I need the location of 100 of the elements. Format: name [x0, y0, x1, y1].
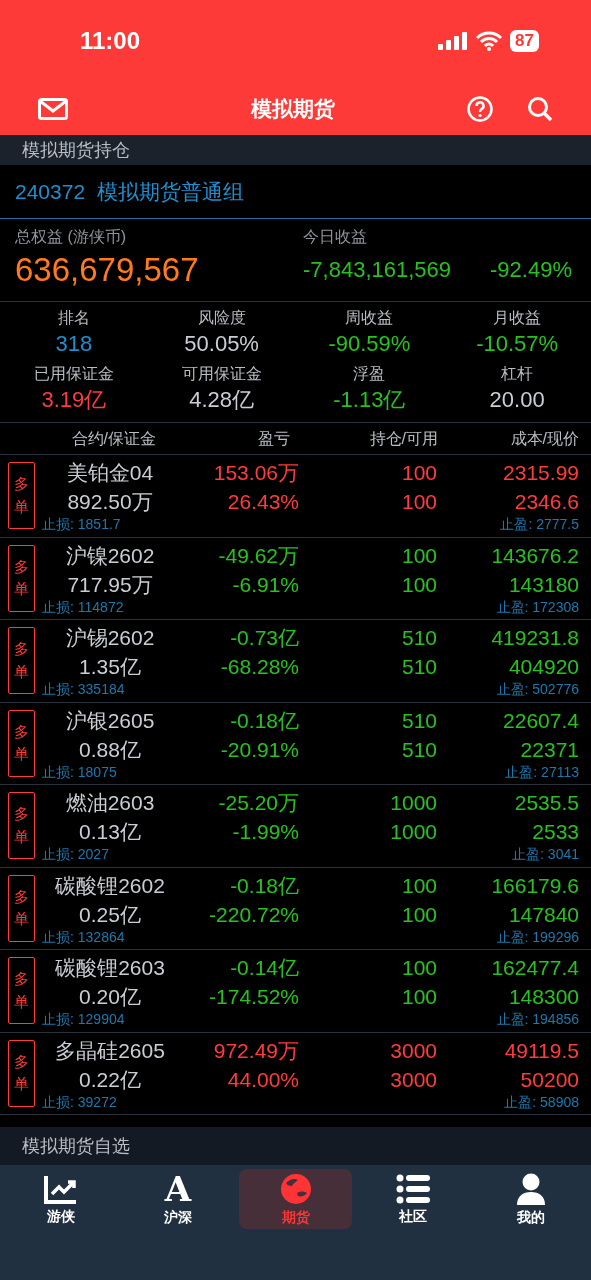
- price-value: 404920: [508, 654, 579, 681]
- long-badge: 多单: [8, 462, 35, 530]
- column-header: 合约/保证金: [70, 428, 157, 449]
- pnl-percent: -68.28%: [220, 654, 299, 681]
- pnl-percent: -20.91%: [220, 736, 299, 763]
- price-value: 147840: [508, 901, 579, 928]
- position-row[interactable]: 多单 碳酸锂2602 0.25亿 -0.18亿 -220.72% 100 100 166179.6 147840 止损: 132864 止盈: 199296: [0, 867, 591, 950]
- long-badge: 多单: [8, 709, 35, 777]
- contract-name: 碳酸锂2602: [55, 872, 165, 899]
- stat-label: 周收益: [345, 308, 394, 328]
- stat-value: -1.13亿: [333, 386, 406, 414]
- contract-name: 沪银2605: [65, 707, 155, 734]
- stop-loss: 止损: 114872: [42, 598, 124, 616]
- nav-tab[interactable]: 社区: [356, 1169, 470, 1229]
- status-time: 11:00: [80, 26, 141, 56]
- stop-loss: 止损: 335184: [42, 681, 125, 699]
- position-row[interactable]: 多单 多晶硅2605 0.22亿 972.49万 44.00% 3000 3000 49119.5 50200 止损: 39272 止盈: 58908: [0, 1032, 591, 1115]
- position-row[interactable]: 多单 美铂金04 892.50万 153.06万 26.43% 100 100 2315.99 2346.6 止损: 1851.7 止盈: 2777.5: [0, 455, 591, 538]
- pnl-value: 972.49万: [213, 1037, 299, 1064]
- section-title: 模拟期货持仓: [22, 138, 130, 162]
- contract-name: 沪镍2602: [65, 542, 155, 569]
- today-label: 今日收益: [303, 227, 368, 247]
- available-value: 100: [401, 489, 437, 516]
- stat-label: 已用保证金: [33, 364, 114, 384]
- pnl-value: -49.62万: [218, 542, 299, 569]
- contract-name: 美铂金04: [66, 460, 154, 487]
- stat-label: 杠杆: [501, 364, 534, 384]
- nav-tab[interactable]: A 沪深: [121, 1169, 235, 1229]
- letter-icon: A: [164, 1173, 192, 1205]
- stat-value: 50.05%: [184, 330, 259, 358]
- stop-loss: 止损: 39272: [42, 1093, 117, 1111]
- pnl-value: -0.18亿: [230, 707, 299, 734]
- position-value: 510: [401, 625, 437, 652]
- position-row[interactable]: 多单 燃油2603 0.13亿 -25.20万 -1.99% 1000 1000 2535.5 2533 止损: 2027 止盈: 3041: [0, 785, 591, 868]
- stat-label: 浮盈: [353, 364, 386, 384]
- stat-label: 排名: [57, 308, 90, 328]
- price-value: 2346.6: [514, 489, 579, 516]
- position-row[interactable]: 多单 沪锡2602 1.35亿 -0.73亿 -68.28% 510 510 419231.8 404920 止损: 335184 止盈: 502776: [0, 620, 591, 703]
- position-row[interactable]: 多单 沪银2605 0.88亿 -0.18亿 -20.91% 510 510 22607.4 22371 止损: 18075 止盈: 27113: [0, 702, 591, 785]
- long-badge: 多单: [8, 627, 35, 695]
- pnl-percent: -220.72%: [209, 901, 299, 928]
- search-icon[interactable]: [527, 95, 553, 122]
- take-profit: 止盈: 172308: [496, 598, 579, 616]
- take-profit: 止盈: 502776: [496, 681, 579, 699]
- pnl-value: 153.06万: [213, 460, 299, 487]
- price-value: 148300: [508, 984, 579, 1011]
- signal-icon: [438, 32, 469, 50]
- today-value: -7,843,161,569: [303, 256, 452, 284]
- chart-icon: [43, 1174, 78, 1204]
- help-icon[interactable]: [467, 95, 493, 122]
- available-value: 100: [401, 901, 437, 928]
- cost-value: 166179.6: [491, 872, 579, 899]
- price-value: 2533: [532, 819, 579, 846]
- position-row[interactable]: 多单 碳酸锂2603 0.20亿 -0.14亿 -174.52% 100 100 162477.4 148300 止损: 129904 止盈: 194856: [0, 950, 591, 1033]
- take-profit: 止盈: 2777.5: [500, 516, 579, 534]
- account-id: 240372: [15, 178, 86, 205]
- position-row[interactable]: 多单 沪镍2602 717.95万 -49.62万 -6.91% 100 100 143676.2 143180 止损: 114872 止盈: 172308: [0, 537, 591, 620]
- stop-loss: 止损: 132864: [42, 928, 125, 946]
- stat-value: -90.59%: [328, 330, 411, 358]
- long-badge: 多单: [8, 792, 35, 860]
- cost-value: 419231.8: [491, 625, 579, 652]
- column-header: 成本/现价: [509, 428, 579, 449]
- column-header: 盈亏: [257, 428, 291, 449]
- cost-value: 22607.4: [503, 707, 579, 734]
- globe-icon: [279, 1173, 312, 1205]
- contract-name: 多晶硅2605: [55, 1037, 165, 1064]
- section-title: 模拟期货自选: [22, 1134, 130, 1158]
- contract-name: 碳酸锂2603: [55, 955, 165, 982]
- stat-value: -10.57%: [476, 330, 559, 358]
- cost-value: 2315.99: [503, 460, 579, 487]
- cost-value: 2535.5: [514, 790, 579, 817]
- mail-icon[interactable]: [38, 97, 68, 120]
- pnl-value: -0.18亿: [230, 872, 299, 899]
- equity-value: 636,679,567: [15, 250, 200, 290]
- pnl-percent: 44.00%: [227, 1066, 299, 1093]
- available-value: 1000: [390, 819, 437, 846]
- position-value: 3000: [390, 1037, 437, 1064]
- cost-value: 143676.2: [491, 542, 579, 569]
- pnl-percent: -6.91%: [232, 571, 299, 598]
- stat-value: 20.00: [489, 386, 545, 414]
- nav-tab[interactable]: 游侠: [4, 1169, 117, 1229]
- page-title: 模拟期货: [250, 95, 335, 122]
- stat-label: 月收益: [493, 308, 542, 328]
- available-value: 3000: [390, 1066, 437, 1093]
- wifi-icon: [476, 31, 503, 51]
- long-badge: 多单: [8, 1039, 35, 1107]
- nav-tab[interactable]: 我的: [474, 1169, 587, 1229]
- available-value: 100: [401, 571, 437, 598]
- stop-loss: 止损: 18075: [42, 763, 117, 781]
- take-profit: 止盈: 3041: [512, 846, 579, 864]
- stat-label: 风险度: [197, 308, 246, 328]
- margin-value: 0.22亿: [79, 1066, 141, 1093]
- long-badge: 多单: [8, 544, 35, 612]
- take-profit: 止盈: 58908: [504, 1093, 579, 1111]
- contract-name: 沪锡2602: [65, 625, 155, 652]
- price-value: 50200: [520, 1066, 579, 1093]
- cost-value: 49119.5: [504, 1037, 579, 1064]
- price-value: 143180: [508, 571, 579, 598]
- pnl-percent: -174.52%: [209, 984, 299, 1011]
- person-icon: [515, 1173, 546, 1205]
